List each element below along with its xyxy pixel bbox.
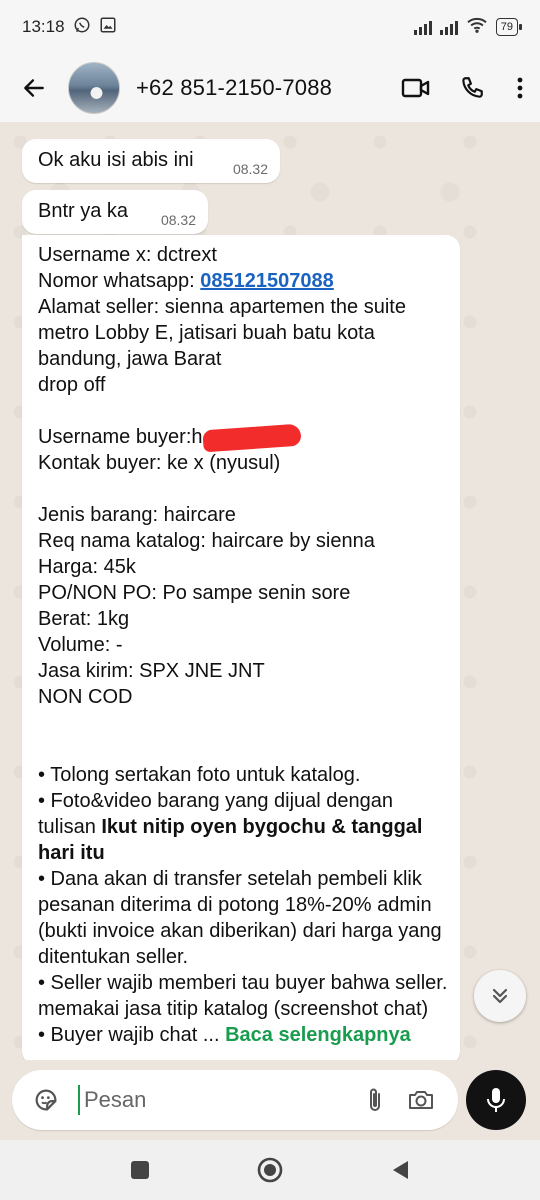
volume-line: Volume: - [38,634,123,656]
status-time: 13:18 [22,17,65,36]
battery-icon: 79 [495,18,523,36]
double-chevron-down-icon [492,988,508,1004]
jenis-line: Jenis barang: haircare [38,504,236,526]
bullet-5-text: • Buyer wajib chat ... [38,1024,226,1046]
kontak-line: Kontak buyer: ke x (nyusul) [38,452,281,474]
home-button[interactable] [250,1150,290,1190]
gallery-notification-icon [99,16,117,39]
wifi-icon [466,16,488,39]
signal-icon [413,19,432,35]
bullet-2: • Foto&video barang yang dijual dengan t… [38,788,448,866]
microphone-icon [487,1088,505,1112]
signal-icon-2 [439,19,458,35]
chat-area[interactable]: Ok aku isi abis ini 08.32 Bntr ya ka 08.… [0,122,540,1060]
whatsapp-line: Nomor whatsapp: 085121507088 [38,268,448,294]
camera-icon[interactable] [398,1077,444,1123]
chat-header: +62 851-2150-7088 [0,54,540,122]
jasa-line: Jasa kirim: SPX JNE JNT [38,660,265,682]
message-input[interactable] [82,1086,336,1114]
message-text: Ok aku isi abis ini [38,149,194,171]
message-input-box[interactable] [12,1070,458,1130]
attach-icon[interactable] [352,1077,398,1123]
message-body: Username x: dctrext Nomor whatsapp: 0851… [38,242,448,1048]
harga-line: Harga: 45k [38,556,136,578]
alamat-line: Alamat seller: sienna apartemen the suit… [38,296,406,370]
back-button[interactable] [380,1150,420,1190]
bullet-4: • Seller wajib memberi tau buyer bahwa s… [38,972,448,1020]
text-cursor [78,1085,80,1115]
more-options-icon[interactable] [500,60,540,116]
whatsapp-notification-icon [73,16,91,39]
read-more-link[interactable]: Baca selengkapnya [225,1024,411,1046]
whatsapp-label: Nomor whatsapp: [38,270,201,292]
square-icon [131,1161,149,1179]
whatsapp-number-link[interactable]: 085121507088 [200,270,333,292]
po-line: PO/NON PO: Po sampe senin sore [38,582,351,604]
berat-line: Berat: 1kg [38,608,130,630]
username-x-line: Username x: dctrext [38,244,217,266]
bullet-3: • Dana akan di transfer setelah pembeli … [38,868,442,968]
buyer-username-label: Username buyer:h [38,426,203,448]
req-line: Req nama katalog: haircare by sienna [38,530,375,552]
message-bubble[interactable]: Ok aku isi abis ini 08.32 [22,139,280,183]
microphone-button[interactable] [466,1070,526,1130]
avatar[interactable] [68,62,120,114]
video-call-icon[interactable] [388,60,444,116]
sticker-icon[interactable] [24,1078,68,1122]
drop-off-line: drop off [38,374,106,396]
message-time: 08.32 [160,212,196,228]
message-bubble[interactable]: Bntr ya ka 08.32 [22,190,208,234]
buyer-username-line: Username buyer:h [38,423,448,453]
bullet-1: • Tolong sertakan foto untuk katalog. [38,764,361,786]
recents-button[interactable] [120,1150,160,1190]
message-text: Bntr ya ka [38,200,129,222]
redaction-mark [201,423,302,453]
scroll-down-button[interactable] [474,970,526,1022]
status-bar: 13:18 79 [0,0,540,54]
composer-bar [0,1060,540,1140]
back-arrow-icon[interactable] [14,68,54,108]
circle-icon [257,1157,283,1183]
noncod-line: NON COD [38,686,133,708]
phone-call-icon[interactable] [444,60,500,116]
system-navigation-bar [0,1140,540,1200]
message-time: 08.32 [232,161,268,177]
bullet-5: • Buyer wajib chat ... Baca selengkapnya [38,1022,448,1048]
triangle-back-icon [393,1161,408,1179]
message-bubble-form[interactable]: Username x: dctrext Nomor whatsapp: 0851… [22,235,460,1060]
contact-name[interactable]: +62 851-2150-7088 [136,75,332,101]
